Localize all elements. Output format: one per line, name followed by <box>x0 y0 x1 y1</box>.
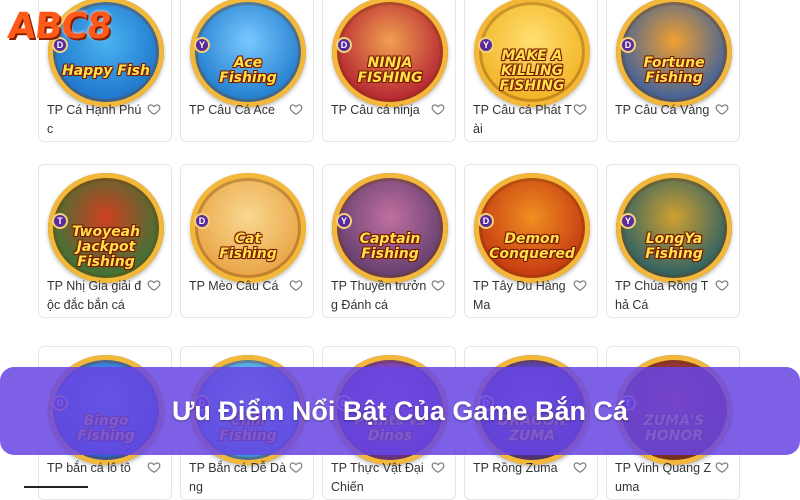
game-art-title: Demon Conquered <box>489 231 575 262</box>
thumbnail-ring <box>190 173 306 283</box>
game-name[interactable]: TP Vinh Quang Zuma <box>615 459 715 497</box>
game-name[interactable]: TP Câu Cá Ace <box>189 101 289 120</box>
game-name[interactable]: TP Câu cá Phát Tài <box>473 101 573 139</box>
provider-badge: T <box>52 213 68 229</box>
thumbnail-ring <box>332 173 448 283</box>
game-card[interactable]: Y Ace Fishing TP Câu Cá Ace <box>180 0 314 142</box>
provider-badge: Y <box>620 213 636 229</box>
game-card[interactable]: D NINJA FISHING TP Câu cá ninja <box>322 0 456 142</box>
brand-logo: ABC8 <box>5 6 113 47</box>
favorite-heart-icon[interactable] <box>147 460 161 474</box>
game-name[interactable]: TP Thuyền trưởng Đánh cá <box>331 277 431 315</box>
title-banner: Ưu Điểm Nổi Bật Của Game Bắn Cá <box>0 367 800 455</box>
game-card[interactable]: D Fortune Fishing TP Câu Cá Vàng <box>606 0 740 142</box>
favorite-heart-icon[interactable] <box>715 102 729 116</box>
thumbnail-ring <box>190 0 306 107</box>
game-card[interactable]: D Cat Fishing TP Mèo Câu Cá <box>180 164 314 318</box>
provider-badge: Y <box>336 213 352 229</box>
game-art-title: Fortune Fishing <box>643 55 705 86</box>
favorite-heart-icon[interactable] <box>573 102 587 116</box>
favorite-heart-icon[interactable] <box>715 460 729 474</box>
game-name[interactable]: TP Nhị Gia giải độc đắc bắn cá <box>47 277 147 315</box>
game-thumbnail[interactable]: T Twoyeah Jackpot Fishing <box>48 173 164 283</box>
game-art-title: Captain Fishing <box>359 231 421 262</box>
game-name[interactable]: TP Cá Hạnh Phúc <box>47 101 147 139</box>
thumbnail-ring <box>474 173 590 283</box>
thumbnail-ring <box>332 0 448 107</box>
game-name[interactable]: TP Câu Cá Vàng <box>615 101 715 120</box>
game-thumbnail[interactable]: D Demon Conquered <box>474 173 590 283</box>
provider-badge: D <box>336 37 352 53</box>
game-card[interactable]: Y Captain Fishing TP Thuyền trưởng Đánh cá <box>322 164 456 318</box>
game-name[interactable]: TP Rồng Zuma <box>473 459 573 478</box>
game-thumbnail[interactable]: D Cat Fishing <box>190 173 306 283</box>
game-name[interactable]: TP Bắn cá Dễ Dàng <box>189 459 289 497</box>
game-name[interactable]: TP Tây Du Hàng Ma <box>473 277 573 315</box>
favorite-heart-icon[interactable] <box>431 278 445 292</box>
game-art-title: NINJA FISHING <box>357 55 423 86</box>
favorite-heart-icon[interactable] <box>289 460 303 474</box>
favorite-heart-icon[interactable] <box>431 102 445 116</box>
favorite-heart-icon[interactable] <box>715 278 729 292</box>
game-art-title: Happy Fish <box>62 62 150 79</box>
game-thumbnail[interactable]: D NINJA FISHING <box>332 0 448 107</box>
divider <box>24 486 88 488</box>
game-thumbnail[interactable]: Y LongYa Fishing <box>616 173 732 283</box>
game-art-title: LongYa Fishing <box>645 231 703 262</box>
game-art-title: Twoyeah Jackpot Fishing <box>71 223 141 270</box>
game-name[interactable]: TP Câu cá ninja <box>331 101 431 120</box>
game-card[interactable]: Y MAKE A KILLING FISHING TP Câu cá Phát Tà… <box>464 0 598 142</box>
game-art-title: MAKE A KILLING FISHING <box>499 47 565 94</box>
game-thumbnail[interactable]: Y Ace Fishing <box>190 0 306 107</box>
provider-badge: D <box>620 37 636 53</box>
game-thumbnail[interactable]: D Fortune Fishing <box>616 0 732 107</box>
provider-badge: Y <box>478 37 494 53</box>
favorite-heart-icon[interactable] <box>289 278 303 292</box>
game-name[interactable]: TP Chúa Rồng Thả Cá <box>615 277 715 315</box>
favorite-heart-icon[interactable] <box>147 278 161 292</box>
game-card[interactable]: D Demon Conquered TP Tây Du Hàng Ma <box>464 164 598 318</box>
banner-title: Ưu Điểm Nổi Bật Của Game Bắn Cá <box>172 395 628 426</box>
game-art-title: Ace Fishing <box>219 55 277 86</box>
game-art-title: Cat Fishing <box>219 231 277 262</box>
game-name[interactable]: TP Mèo Câu Cá <box>189 277 289 296</box>
game-card[interactable]: T Twoyeah Jackpot Fishing TP Nhị Gia giải … <box>38 164 172 318</box>
favorite-heart-icon[interactable] <box>573 460 587 474</box>
game-thumbnail[interactable]: Y MAKE A KILLING FISHING <box>474 0 590 107</box>
game-name[interactable]: TP bắn cá lô tô <box>47 459 147 478</box>
provider-badge: D <box>478 213 494 229</box>
game-thumbnail[interactable]: Y Captain Fishing <box>332 173 448 283</box>
provider-badge: Y <box>194 37 210 53</box>
provider-badge: D <box>194 213 210 229</box>
favorite-heart-icon[interactable] <box>431 460 445 474</box>
favorite-heart-icon[interactable] <box>147 102 161 116</box>
favorite-heart-icon[interactable] <box>289 102 303 116</box>
favorite-heart-icon[interactable] <box>573 278 587 292</box>
thumbnail-ring <box>616 0 732 107</box>
game-card[interactable]: Y LongYa Fishing TP Chúa Rồng Thả Cá <box>606 164 740 318</box>
thumbnail-ring <box>616 173 732 283</box>
game-name[interactable]: TP Thực Vật Đại Chiến <box>331 459 431 497</box>
